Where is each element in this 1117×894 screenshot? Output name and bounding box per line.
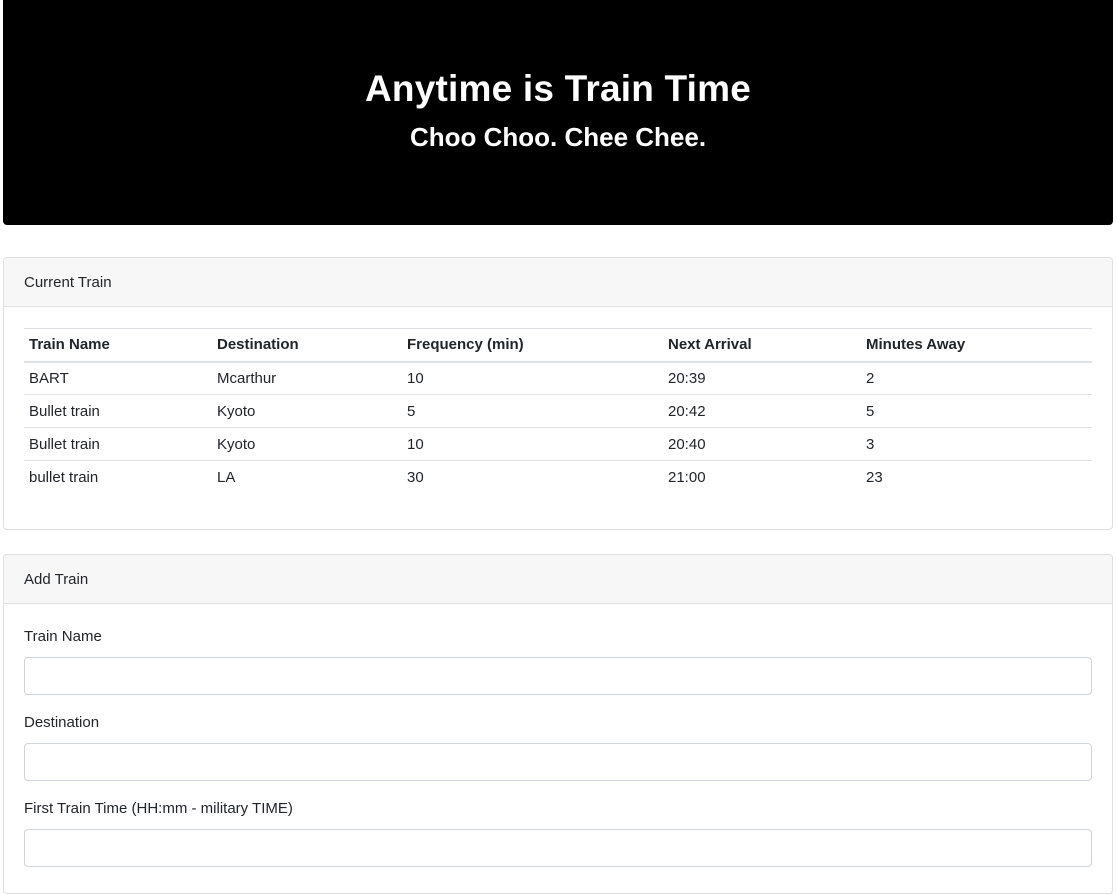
train-name-label: Train Name: [24, 628, 102, 645]
column-header-next-arrival: Next Arrival: [668, 336, 752, 354]
cell-destination: LA: [217, 468, 236, 486]
first-train-time-input[interactable]: [24, 829, 1092, 867]
cell-next-arrival: 20:39: [663, 361, 861, 395]
column-header-frequency: Frequency (min): [407, 336, 524, 354]
cell-frequency: 5: [402, 394, 663, 428]
first-train-time-label: First Train Time (HH:mm - military TIME): [24, 800, 293, 817]
column-header-destination: Destination: [217, 336, 299, 354]
train-schedule-table: Train Name Destination Frequency (min) N…: [24, 328, 1092, 494]
cell-minutes-away: 23: [866, 468, 883, 486]
destination-label: Destination: [24, 714, 100, 731]
current-train-card: Current Train Train Name Destination Fre…: [3, 257, 1113, 530]
add-train-card-header: Add Train: [4, 555, 1112, 604]
add-train-card: Add Train Train Name Destination First T…: [3, 554, 1113, 894]
cell-destination: Kyoto: [212, 427, 402, 461]
table-row: bullet train LA 30 21:00 23: [24, 461, 1092, 494]
cell-minutes-away: 2: [861, 361, 1092, 395]
cell-destination: Kyoto: [212, 394, 402, 428]
page-title: Anytime is Train Time: [365, 68, 751, 109]
table-header-row: Train Name Destination Frequency (min) N…: [24, 328, 1092, 362]
cell-train-name: Bullet train: [24, 427, 212, 461]
table-row: Bullet train Kyoto 10 20:40 3: [24, 427, 1092, 461]
cell-frequency: 30: [407, 468, 424, 486]
cell-next-arrival: 20:42: [663, 394, 861, 428]
cell-destination: Mcarthur: [212, 361, 402, 395]
table-row: BART Mcarthur 10 20:39 2: [24, 361, 1092, 395]
cell-train-name: Bullet train: [24, 394, 212, 428]
current-train-card-header: Current Train: [4, 258, 1112, 307]
cell-next-arrival: 20:40: [663, 427, 861, 461]
cell-next-arrival: 21:00: [668, 468, 706, 486]
cell-minutes-away: 5: [861, 394, 1092, 428]
column-header-train-name: Train Name: [29, 336, 110, 354]
cell-frequency: 10: [402, 427, 663, 461]
page-subtitle: Choo Choo. Chee Chee.: [409, 122, 707, 152]
jumbotron-header: Anytime is Train Time Choo Choo. Chee Ch…: [3, 0, 1113, 225]
cell-minutes-away: 3: [861, 427, 1092, 461]
table-row: Bullet train Kyoto 5 20:42 5: [24, 394, 1092, 428]
cell-train-name: bullet train: [29, 468, 99, 486]
cell-train-name: BART: [24, 361, 212, 395]
train-name-input[interactable]: [24, 657, 1092, 695]
column-header-minutes-away: Minutes Away: [866, 336, 966, 354]
cell-frequency: 10: [402, 361, 663, 395]
destination-input[interactable]: [24, 743, 1092, 781]
